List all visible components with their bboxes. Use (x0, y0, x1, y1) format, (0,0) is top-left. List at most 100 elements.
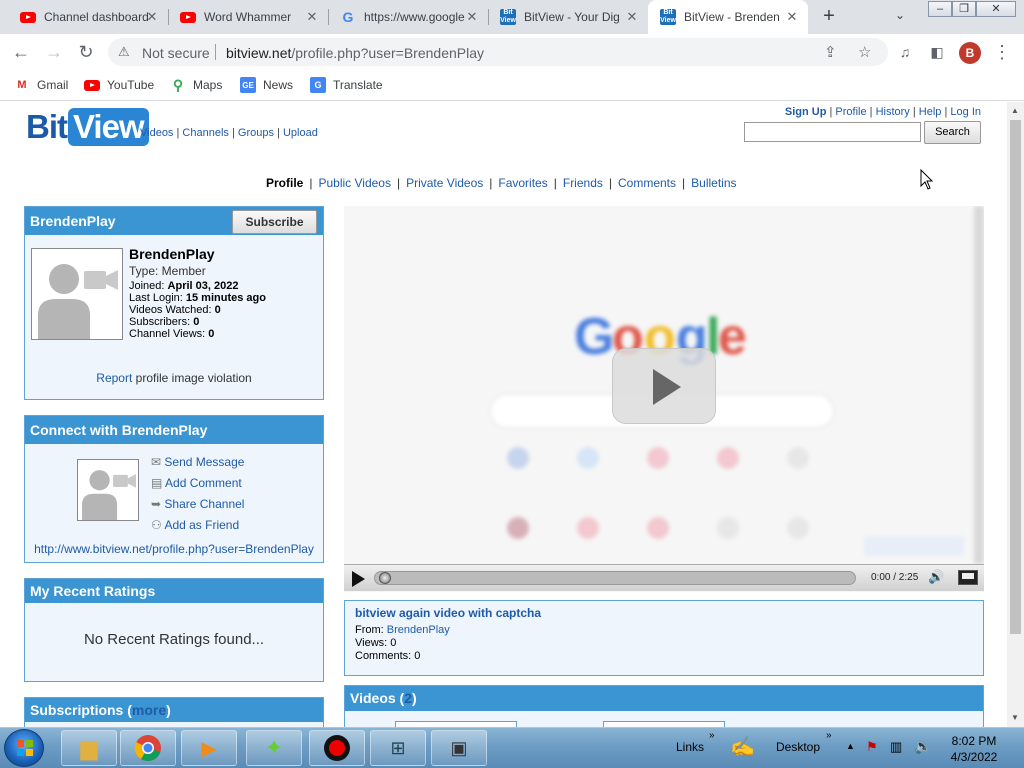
friends-link[interactable]: Friends (563, 176, 603, 190)
bookmark-news[interactable]: GE News (240, 77, 293, 93)
profile-avatar[interactable]: B (959, 42, 981, 64)
links-toolbar[interactable]: Links (676, 740, 704, 754)
volume-icon[interactable]: 🔊 (928, 569, 944, 585)
search-button[interactable]: Search (924, 121, 981, 144)
close-window-button[interactable]: ✕ (976, 1, 1016, 17)
progress-handle[interactable] (379, 572, 391, 584)
nav-groups[interactable]: Groups (238, 127, 274, 139)
chevron-down-icon[interactable]: ⌄ (895, 8, 905, 22)
pen-tablet-icon[interactable]: ✍ (730, 734, 755, 759)
video-title-link[interactable]: bitview again video with captcha (355, 606, 541, 620)
tab-bitview-profile[interactable]: Bit View BitView - Brenden ✕ (648, 0, 808, 34)
desktop-toolbar[interactable]: Desktop (776, 740, 820, 754)
close-icon[interactable]: ✕ (784, 9, 800, 25)
private-videos-link[interactable]: Private Videos (406, 176, 483, 190)
chrome-taskbar-button[interactable] (120, 730, 176, 766)
help-link[interactable]: Help (919, 106, 942, 118)
scroll-down-icon[interactable]: ▼ (1011, 713, 1019, 722)
close-icon[interactable]: ✕ (304, 9, 320, 25)
speaker-icon[interactable]: 🔈 (914, 738, 931, 755)
side-panel-icon[interactable]: ◧ (925, 40, 949, 64)
subscriptions-box: Subscriptions (more) (24, 697, 324, 727)
play-overlay-button[interactable] (612, 348, 716, 424)
add-friend-link[interactable]: Add as Friend (164, 518, 239, 532)
favorites-link[interactable]: Favorites (498, 176, 547, 190)
minimize-button[interactable]: – (928, 1, 952, 17)
tab-title: https://www.google (364, 10, 465, 24)
media-icon[interactable]: ♫ (893, 40, 917, 64)
tab-word-whammer[interactable]: Word Whammer ✕ (168, 0, 328, 34)
recorder-taskbar-button[interactable] (309, 730, 365, 766)
add-comment-row[interactable]: ▤ Add Comment (151, 473, 244, 494)
search-input[interactable] (744, 122, 921, 142)
video-author-link[interactable]: BrendenPlay (387, 624, 450, 636)
restore-button[interactable]: ❐ (952, 1, 976, 17)
public-videos-link[interactable]: Public Videos (318, 176, 391, 190)
videos-count-link[interactable]: 2 (404, 690, 412, 706)
start-button[interactable] (4, 729, 44, 767)
close-icon[interactable]: ✕ (144, 9, 160, 25)
chevron-right-icon[interactable]: » (826, 730, 832, 741)
share-channel-row[interactable]: ➥ Share Channel (151, 494, 244, 515)
bitview-logo[interactable]: Bit View (26, 108, 149, 146)
computer-taskbar-button[interactable]: ▣ (431, 730, 487, 766)
tab-google[interactable]: G https://www.google ✕ (328, 0, 488, 34)
subscribers-row: Subscribers: 0 (129, 316, 200, 328)
tab-channel-dashboard[interactable]: Channel dashboard ✕ (8, 0, 168, 34)
subscriptions-more-link[interactable]: more (131, 702, 167, 718)
reload-icon[interactable]: ↻ (74, 40, 98, 64)
share-channel-link[interactable]: Share Channel (164, 497, 244, 511)
add-friend-row[interactable]: ⚇ Add as Friend (151, 515, 244, 536)
media-player-taskbar-button[interactable]: ▶ (181, 730, 237, 766)
play-icon[interactable] (352, 571, 365, 587)
nav-videos[interactable]: Videos (140, 127, 173, 139)
nav-channels[interactable]: Channels (182, 127, 228, 139)
subscribe-button[interactable]: Subscribe (232, 210, 317, 234)
star-icon[interactable]: ☆ (858, 43, 871, 61)
address-bar[interactable]: ⚠ Not secure bitview.net/profile.php?use… (108, 38, 888, 66)
bookmark-youtube[interactable]: YouTube (84, 77, 154, 93)
warning-icon[interactable]: ⚠ (118, 44, 130, 60)
new-tab-button[interactable]: + (817, 5, 841, 29)
action-center-icon[interactable]: ⚑ (866, 739, 878, 755)
history-link[interactable]: History (876, 106, 910, 118)
gmail-icon: M (17, 79, 27, 91)
control-panel-taskbar-button[interactable]: ⊞ (370, 730, 426, 766)
system-clock[interactable]: 8:02 PM 4/3/2022 (942, 733, 1006, 765)
security-status[interactable]: Not secure (142, 45, 210, 61)
share-icon[interactable]: ⇪ (824, 43, 837, 61)
nav-upload[interactable]: Upload (283, 127, 318, 139)
sign-up-link[interactable]: Sign Up (785, 106, 827, 118)
bookmark-translate[interactable]: G Translate (310, 77, 383, 93)
back-arrow-icon[interactable]: ← (9, 40, 33, 64)
app-taskbar-button[interactable]: ✦ (246, 730, 302, 766)
bookmark-gmail[interactable]: M Gmail (14, 77, 68, 93)
chevron-right-icon[interactable]: » (709, 730, 715, 741)
scroll-up-icon[interactable]: ▲ (1011, 106, 1019, 115)
log-in-link[interactable]: Log In (950, 106, 981, 118)
url-text[interactable]: bitview.net/profile.php?user=BrendenPlay (226, 45, 484, 61)
send-message-row[interactable]: ✉ Send Message (151, 452, 244, 473)
channel-url-link[interactable]: http://www.bitview.net/profile.php?user=… (34, 542, 314, 556)
show-hidden-icons-icon[interactable]: ▲ (846, 741, 855, 751)
report-link[interactable]: Report (96, 371, 132, 385)
comments-link[interactable]: Comments (618, 176, 676, 190)
close-icon[interactable]: ✕ (464, 9, 480, 25)
scrollbar-thumb[interactable] (1010, 120, 1021, 634)
tab-bitview-home[interactable]: Bit View BitView - Your Dig ✕ (488, 0, 648, 34)
bulletins-link[interactable]: Bulletins (691, 176, 736, 190)
page-scrollbar[interactable]: ▲ ▼ (1007, 102, 1024, 727)
profile-link[interactable]: Profile (835, 106, 866, 118)
explorer-taskbar-button[interactable]: ▆ (61, 730, 117, 766)
video-player[interactable]: G o o g l e (344, 206, 984, 592)
progress-track[interactable] (374, 571, 856, 585)
send-message-link[interactable]: Send Message (164, 455, 244, 469)
forward-arrow-icon[interactable]: → (42, 40, 66, 64)
menu-icon[interactable]: ⋮ (990, 40, 1014, 64)
close-icon[interactable]: ✕ (624, 9, 640, 25)
bookmark-maps[interactable]: ⚲ Maps (170, 77, 222, 93)
fullscreen-icon[interactable] (958, 570, 978, 585)
mouse-cursor-icon (920, 168, 934, 193)
network-icon[interactable]: ▥ (890, 739, 902, 755)
add-comment-link[interactable]: Add Comment (165, 476, 242, 490)
